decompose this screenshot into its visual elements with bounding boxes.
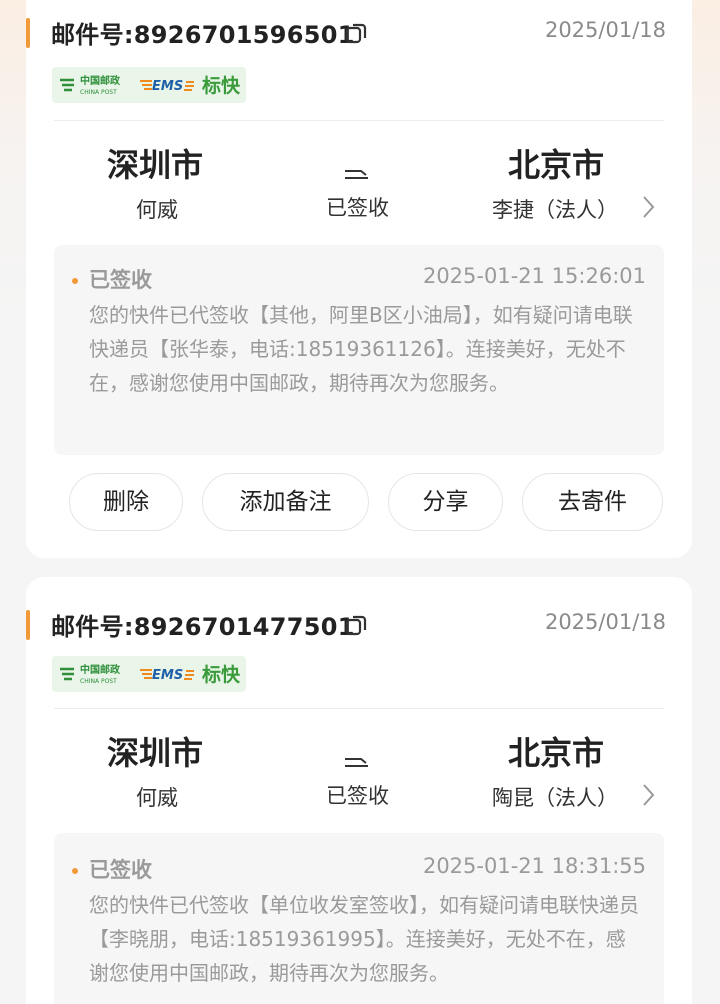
sender-name: 何威 [136,198,178,222]
mail-number: 邮件号:8926701596501 [51,21,355,49]
tracking-panel[interactable]: 已签收 2025-01-21 15:26:01 您的快件已代签收【其他，阿里B区… [54,245,664,455]
delivery-status: 已签收 [326,196,389,220]
china-post-logo-icon: 中国邮政 CHINA POST [60,74,121,96]
svg-text:中国邮政: 中国邮政 [80,74,121,87]
carrier-tags: 中国邮政 CHINA POST EMS 标快 [52,67,246,103]
svg-text:CHINA POST: CHINA POST [80,678,117,685]
from-city: 深圳市 [107,734,204,772]
shipment-card[interactable]: 邮件号:8926701477501 2025/01/18 中国邮政 CHINA … [26,577,692,1004]
divider [54,708,664,709]
accent-bar [26,18,30,48]
shipment-list: 邮件号:8926701596501 2025/01/18 中国邮政 CHINA … [0,0,720,1004]
route-arrow-icon [345,758,368,767]
ems-logo-icon: EMS [140,668,194,683]
shipment-card[interactable]: 邮件号:8926701596501 2025/01/18 中国邮政 CHINA … [26,0,692,558]
status-dot [72,278,78,284]
send-package-button[interactable]: 去寄件 [522,473,663,531]
order-date: 2025/01/18 [544,18,666,42]
tracking-description: 您的快件已代签收【其他，阿里B区小油局】，如有疑问请电联快递员【张华泰，电话:1… [89,303,633,395]
delete-button[interactable]: 删除 [69,473,183,531]
svg-text:EMS: EMS [152,79,183,94]
copy-icon[interactable] [344,612,370,638]
ems-logo-icon: EMS [140,79,194,94]
tracking-description: 您的快件已代签收【单位收发室签收】，如有疑问请电联快递员【李晓朋，电话:1851… [89,893,639,985]
card-header: 邮件号:8926701596501 2025/01/18 [26,10,692,50]
svg-text:CHINA POST: CHINA POST [80,89,117,96]
chevron-right-icon[interactable] [642,783,656,807]
card-header: 邮件号:8926701477501 2025/01/18 [26,602,692,642]
from-city: 深圳市 [107,146,204,184]
service-tag: 标快 [202,75,241,97]
tracking-status: 已签收 [89,858,152,882]
status-dot [72,868,78,874]
tracking-time: 2025-01-21 15:26:01 [422,264,646,288]
order-date: 2025/01/18 [544,610,666,634]
copy-icon[interactable] [344,20,370,46]
share-button[interactable]: 分享 [388,473,503,531]
tracking-status: 已签收 [89,268,152,292]
delivery-status: 已签收 [326,784,389,808]
receiver-name: 李捷（法人） [492,198,618,222]
tracking-time: 2025-01-21 18:31:55 [422,854,646,878]
mail-number: 邮件号:8926701477501 [51,613,355,641]
carrier-tags: 中国邮政 CHINA POST EMS 标快 [52,656,246,692]
svg-text:EMS: EMS [152,668,183,683]
sender-name: 何威 [136,786,178,810]
chevron-right-icon[interactable] [642,195,656,219]
svg-text:中国邮政: 中国邮政 [80,663,121,676]
china-post-logo-icon: 中国邮政 CHINA POST [60,663,121,685]
accent-bar [26,610,30,640]
receiver-name: 陶昆（法人） [492,786,618,810]
add-note-button[interactable]: 添加备注 [202,473,369,531]
to-city: 北京市 [508,734,605,772]
service-tag: 标快 [202,664,241,686]
route-arrow-icon [345,170,368,179]
tracking-panel[interactable]: 已签收 2025-01-21 18:31:55 您的快件已代签收【单位收发室签收… [54,833,664,1004]
to-city: 北京市 [508,146,605,184]
divider [54,120,664,121]
